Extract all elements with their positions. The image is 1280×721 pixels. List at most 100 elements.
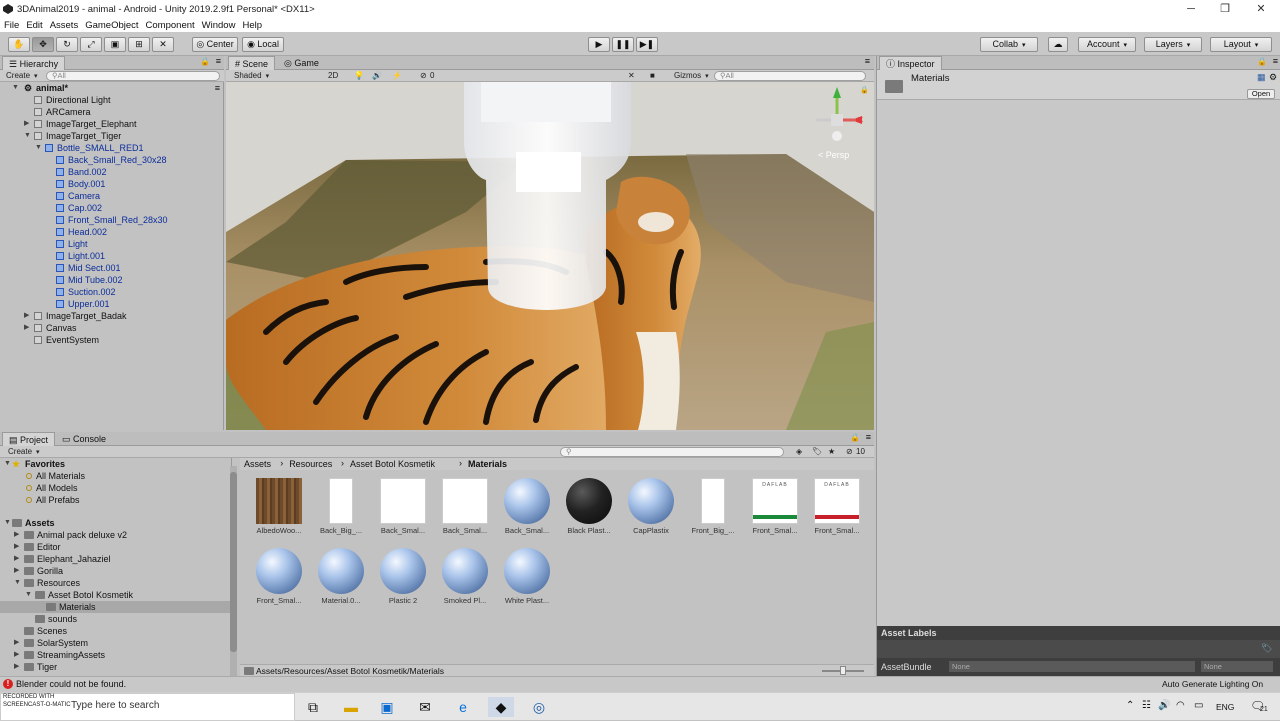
panel-menu-icon[interactable]: ≡ bbox=[1273, 56, 1278, 66]
panel-menu-icon[interactable]: ≡ bbox=[216, 56, 221, 66]
asset-thumbnail[interactable]: Black Plast... bbox=[564, 478, 614, 538]
cloud-icon[interactable]: ☁ bbox=[1048, 37, 1068, 52]
expand-arrow-icon[interactable]: ▼ bbox=[12, 82, 19, 94]
tray-chevron-icon[interactable]: ⌃ bbox=[1126, 700, 1134, 711]
hierarchy-item[interactable]: Band.002 bbox=[0, 166, 224, 178]
asset-bundle-dropdown[interactable]: None bbox=[949, 661, 1195, 672]
hierarchy-item[interactable]: ▶ ImageTarget_Badak bbox=[0, 310, 224, 322]
hierarchy-item[interactable]: ▼ ImageTarget_Tiger bbox=[0, 130, 224, 142]
expand-arrow-icon[interactable]: ▶ bbox=[14, 541, 19, 553]
tray-volume-icon[interactable]: 🔊 bbox=[1158, 700, 1170, 711]
move-tool-icon[interactable]: ✥ bbox=[32, 37, 54, 52]
expand-arrow-icon[interactable]: ▼ bbox=[25, 589, 32, 601]
assets-tree-item[interactable]: ▶ Editor bbox=[0, 541, 230, 553]
hierarchy-search-input[interactable]: ⚲All bbox=[46, 71, 220, 81]
expand-arrow-icon[interactable]: ▶ bbox=[14, 649, 19, 661]
assets-tree-item[interactable]: ▶ SolarSystem bbox=[0, 637, 230, 649]
lock-icon[interactable]: 🔒 bbox=[200, 57, 210, 66]
hierarchy-create-button[interactable]: Create bbox=[6, 71, 38, 81]
tag-icon[interactable]: 🏷 bbox=[1261, 643, 1272, 654]
step-button[interactable]: ▶❚ bbox=[636, 37, 658, 52]
inspector-settings-icon[interactable]: ⚙ bbox=[1269, 72, 1277, 83]
assets-tree-item[interactable]: ▶ Elephant_Jahaziel bbox=[0, 553, 230, 565]
task-view-icon[interactable]: ⧉ bbox=[300, 697, 326, 717]
hierarchy-item[interactable]: Cap.002 bbox=[0, 202, 224, 214]
expand-arrow-icon[interactable]: ▼ bbox=[4, 517, 11, 529]
breadcrumb-item[interactable]: Assets bbox=[244, 459, 271, 469]
menu-item-help[interactable]: Help bbox=[242, 20, 262, 31]
expand-arrow-icon[interactable]: ▶ bbox=[24, 310, 29, 322]
hierarchy-item[interactable]: Upper.001 bbox=[0, 298, 224, 310]
status-error-text[interactable]: Blender could not be found. bbox=[16, 679, 126, 689]
account-dropdown[interactable]: Account bbox=[1078, 37, 1136, 52]
tab-console[interactable]: ▭ Console bbox=[56, 432, 112, 446]
assets-tree-item[interactable]: ▶ Animal pack deluxe v2 bbox=[0, 529, 230, 541]
filter-type-icon[interactable]: ◈ bbox=[796, 447, 802, 457]
hierarchy-item[interactable]: ARCamera bbox=[0, 106, 224, 118]
hierarchy-item[interactable]: Directional Light bbox=[0, 94, 224, 106]
assets-tree-item[interactable]: Materials bbox=[0, 601, 230, 613]
scene-search-input[interactable]: ⚲All bbox=[714, 71, 866, 81]
scene-menu-icon[interactable]: ≡ bbox=[215, 82, 220, 94]
assets-tree-item[interactable]: ▼ Resources bbox=[0, 577, 230, 589]
hierarchy-item[interactable]: Mid Tube.002 bbox=[0, 274, 224, 286]
maximize-button[interactable]: ❐ bbox=[1208, 1, 1242, 17]
asset-thumbnail[interactable]: Material.0... bbox=[316, 548, 366, 608]
hierarchy-item[interactable]: Light.001 bbox=[0, 250, 224, 262]
gizmos-dropdown[interactable]: Gizmos bbox=[674, 71, 709, 81]
asset-thumbnail[interactable]: Back_Smal... bbox=[440, 478, 490, 538]
project-search-input[interactable]: ⚲ bbox=[560, 447, 784, 457]
tab-game[interactable]: ◎ Game bbox=[278, 56, 325, 70]
panel-menu-icon[interactable]: ≡ bbox=[865, 56, 870, 66]
edge-icon[interactable]: e bbox=[450, 697, 476, 717]
effects-toggle-icon[interactable]: ⚡ bbox=[392, 71, 402, 81]
close-button[interactable]: ✕ bbox=[1244, 1, 1278, 17]
breadcrumb-item[interactable]: Materials bbox=[468, 459, 507, 469]
transform-tool-icon[interactable]: ⊞ bbox=[128, 37, 150, 52]
scene-root[interactable]: ▼ ⚙ animal* ≡ bbox=[0, 82, 224, 94]
gizmo-lock-icon[interactable]: 🔒 bbox=[860, 86, 869, 94]
expand-arrow-icon[interactable]: ▶ bbox=[14, 661, 19, 673]
expand-arrow-icon[interactable]: ▶ bbox=[24, 322, 29, 334]
expand-arrow-icon[interactable]: ▼ bbox=[4, 458, 11, 470]
tab-project[interactable]: ▤ Project bbox=[2, 432, 56, 446]
shading-dropdown[interactable]: Shaded bbox=[234, 71, 320, 81]
menu-item-assets[interactable]: Assets bbox=[50, 20, 79, 31]
asset-thumbnail[interactable]: Plastic 2 bbox=[378, 548, 428, 608]
taskbar-search[interactable]: Type here to search RECORDED WITH SCREEN… bbox=[0, 693, 295, 721]
light-toggle-icon[interactable]: 💡 bbox=[354, 71, 364, 81]
layout-dropdown[interactable]: Layout bbox=[1210, 37, 1272, 52]
tab-scene[interactable]: # Scene bbox=[228, 56, 276, 70]
hierarchy-item[interactable]: Suction.002 bbox=[0, 286, 224, 298]
hidden-objects-icon[interactable]: ⊘ bbox=[420, 71, 427, 81]
expand-arrow-icon[interactable]: ▶ bbox=[24, 118, 29, 130]
favorites-item[interactable]: All Materials bbox=[0, 470, 232, 482]
camera-icon[interactable]: ■ bbox=[650, 71, 655, 81]
asset-thumbnail[interactable]: Back_Smal... bbox=[502, 478, 552, 538]
tree-scrollbar[interactable] bbox=[230, 466, 237, 676]
assets-tree-item[interactable]: ▶ Gorilla bbox=[0, 565, 230, 577]
hierarchy-item[interactable]: Head.002 bbox=[0, 226, 224, 238]
pause-button[interactable]: ❚❚ bbox=[612, 37, 634, 52]
unity-taskbar-icon[interactable]: ◆ bbox=[488, 697, 514, 717]
favorite-star-icon[interactable]: ★ bbox=[828, 447, 835, 457]
menu-item-gameobject[interactable]: GameObject bbox=[85, 20, 138, 31]
scene-viewport[interactable]: x < Persp 🔒 bbox=[226, 82, 874, 430]
hierarchy-item[interactable]: Mid Sect.001 bbox=[0, 262, 224, 274]
inspector-help-icon[interactable]: ▦ bbox=[1257, 72, 1266, 83]
menu-item-file[interactable]: File bbox=[4, 20, 19, 31]
play-button[interactable]: ▶ bbox=[588, 37, 610, 52]
lock-icon[interactable]: 🔒 bbox=[1257, 57, 1267, 66]
asset-variant-dropdown[interactable]: None bbox=[1201, 661, 1273, 672]
hierarchy-item[interactable]: EventSystem bbox=[0, 334, 224, 346]
expand-arrow-icon[interactable]: ▶ bbox=[14, 637, 19, 649]
asset-thumbnail[interactable]: White Plast... bbox=[502, 548, 552, 608]
expand-arrow-icon[interactable]: ▶ bbox=[14, 553, 19, 565]
filter-label-icon[interactable]: 🏷 bbox=[812, 447, 822, 457]
menu-item-component[interactable]: Component bbox=[146, 20, 195, 31]
hierarchy-item[interactable]: Body.001 bbox=[0, 178, 224, 190]
assets-tree-item[interactable]: ▼ Asset Botol Kosmetik bbox=[0, 589, 230, 601]
expand-arrow-icon[interactable]: ▼ bbox=[35, 142, 42, 154]
menu-item-window[interactable]: Window bbox=[202, 20, 236, 31]
mail-icon[interactable]: ✉ bbox=[412, 697, 438, 717]
